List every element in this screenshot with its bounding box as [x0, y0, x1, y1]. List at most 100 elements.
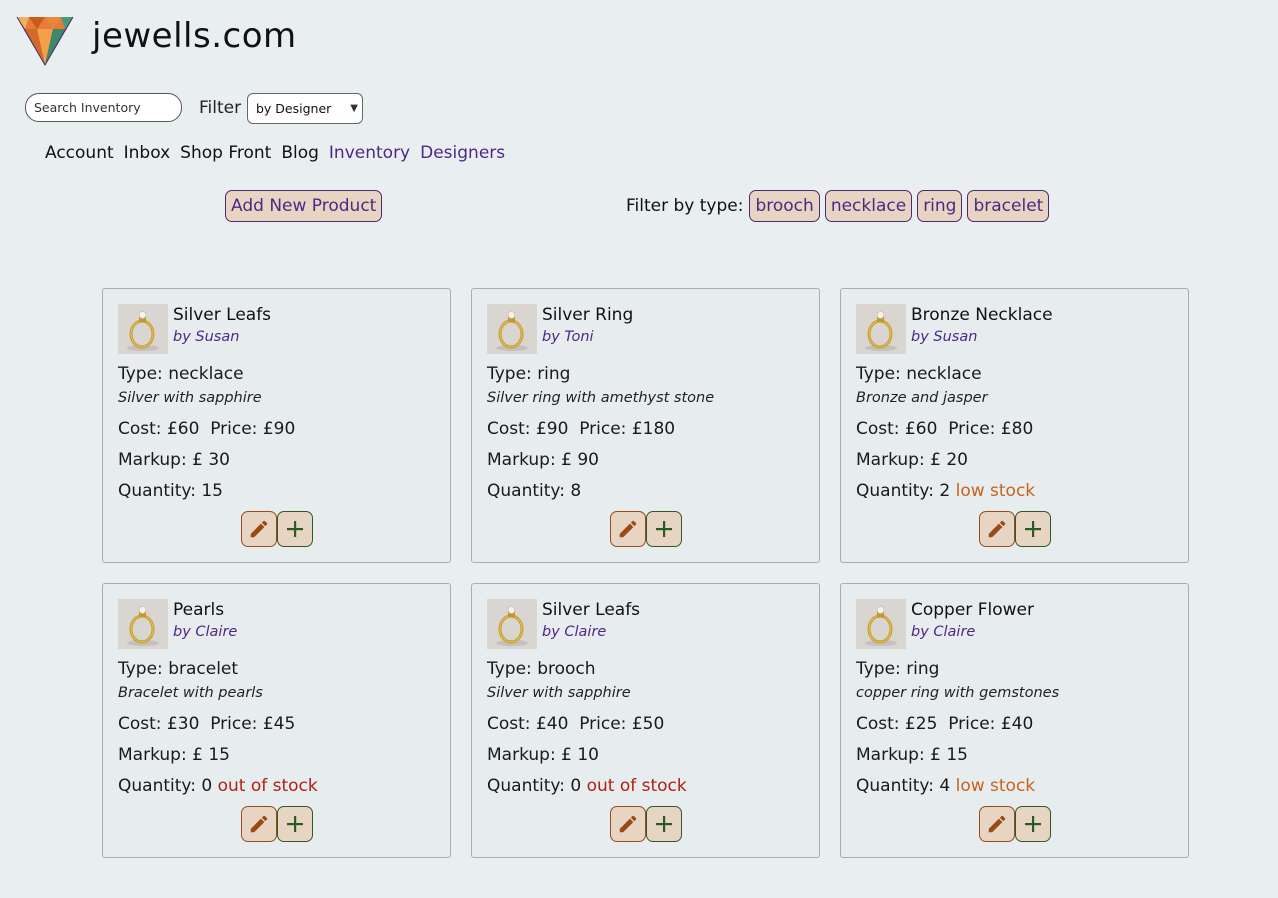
product-designer[interactable]: by Claire	[173, 624, 237, 640]
card-actions	[103, 511, 450, 547]
edit-button[interactable]	[978, 511, 1015, 547]
type-chip-bracelet[interactable]: bracelet	[967, 190, 1050, 222]
markup-value: £ 15	[930, 745, 968, 765]
nav-inbox[interactable]: Inbox	[124, 143, 171, 163]
type-chip-brooch[interactable]: brooch	[749, 190, 820, 222]
price-label: Price:	[579, 419, 627, 439]
ring-image-icon	[856, 304, 906, 354]
type-label: Type:	[487, 364, 532, 384]
ring-image-icon	[118, 304, 168, 354]
price-value: £50	[631, 714, 665, 734]
search-input[interactable]	[25, 93, 182, 122]
product-markup: Markup: £ 90	[487, 450, 599, 470]
product-thumbnail[interactable]	[487, 304, 537, 354]
nav-shop-front[interactable]: Shop Front	[180, 143, 271, 163]
edit-button[interactable]	[978, 806, 1015, 842]
edit-button[interactable]	[240, 511, 277, 547]
price-label: Price:	[579, 714, 627, 734]
card-actions	[841, 511, 1188, 547]
product-type: Type: necklace	[856, 364, 982, 384]
chevron-down-icon: ▼	[350, 103, 358, 114]
product-markup: Markup: £ 10	[487, 745, 599, 765]
product-description: copper ring with gemstones	[856, 685, 1060, 701]
ring-image-icon	[856, 599, 906, 649]
nav-inventory[interactable]: Inventory	[329, 143, 410, 163]
site-name[interactable]: jewells.com	[92, 16, 297, 56]
markup-label: Markup:	[487, 745, 556, 765]
add-stock-button[interactable]	[645, 806, 682, 842]
filter-select[interactable]: by Designer ▼	[247, 93, 363, 124]
price-label: Price:	[210, 419, 258, 439]
product-card: Pearls by Claire Type: bracelet Bracelet…	[102, 583, 451, 858]
plus-icon	[1024, 521, 1041, 537]
add-stock-button[interactable]	[276, 511, 313, 547]
pencil-icon	[250, 815, 267, 833]
edit-button[interactable]	[240, 806, 277, 842]
product-thumbnail[interactable]	[487, 599, 537, 649]
nav-blog[interactable]: Blog	[281, 143, 319, 163]
plus-icon	[286, 816, 303, 832]
price-value: £40	[1000, 714, 1034, 734]
product-card: Bronze Necklace by Susan Type: necklace …	[840, 288, 1189, 563]
product-name: Silver Leafs	[542, 600, 641, 620]
markup-value: £ 15	[192, 745, 230, 765]
quantity-value: 4	[939, 776, 951, 796]
plus-icon	[655, 816, 672, 832]
stock-status: low stock	[955, 481, 1036, 501]
product-designer[interactable]: by Susan	[911, 329, 977, 345]
add-stock-button[interactable]	[645, 511, 682, 547]
product-designer[interactable]: by Susan	[173, 329, 239, 345]
nav-account[interactable]: Account	[45, 143, 114, 163]
nav-designers[interactable]: Designers	[420, 143, 505, 163]
type-value: necklace	[906, 364, 982, 384]
product-card: Silver Leafs by Susan Type: necklace Sil…	[102, 288, 451, 563]
plus-icon	[655, 521, 672, 537]
product-designer[interactable]: by Toni	[542, 329, 594, 345]
type-filter: Filter by type: brooch necklace ring bra…	[626, 190, 1050, 222]
site-logo[interactable]	[15, 12, 75, 68]
price-value: £80	[1000, 419, 1034, 439]
type-value: brooch	[537, 659, 596, 679]
product-name: Copper Flower	[911, 600, 1034, 620]
product-designer[interactable]: by Claire	[911, 624, 975, 640]
type-value: ring	[537, 364, 571, 384]
product-type: Type: bracelet	[118, 659, 238, 679]
product-quantity: Quantity: 8	[487, 481, 581, 501]
type-chip-ring[interactable]: ring	[917, 190, 963, 222]
product-quantity: Quantity: 15	[118, 481, 223, 501]
product-thumbnail[interactable]	[118, 304, 168, 354]
product-designer[interactable]: by Claire	[542, 624, 606, 640]
product-name: Bronze Necklace	[911, 305, 1053, 325]
product-quantity: Quantity: 2 low stock	[856, 481, 1035, 501]
product-cost-price: Cost: £40 Price: £50	[487, 714, 664, 734]
product-thumbnail[interactable]	[856, 304, 906, 354]
product-cost-price: Cost: £25 Price: £40	[856, 714, 1033, 734]
cost-label: Cost:	[856, 419, 900, 439]
card-actions	[472, 511, 819, 547]
edit-button[interactable]	[609, 511, 646, 547]
cost-label: Cost:	[118, 714, 162, 734]
cost-value: £25	[904, 714, 938, 734]
add-stock-button[interactable]	[1014, 511, 1051, 547]
product-card: Silver Ring by Toni Type: ring Silver ri…	[471, 288, 820, 563]
product-cost-price: Cost: £60 Price: £80	[856, 419, 1033, 439]
type-chip-necklace[interactable]: necklace	[824, 190, 913, 222]
product-thumbnail[interactable]	[118, 599, 168, 649]
product-markup: Markup: £ 15	[118, 745, 230, 765]
pencil-icon	[988, 520, 1005, 538]
product-quantity: Quantity: 4 low stock	[856, 776, 1035, 796]
cost-label: Cost:	[856, 714, 900, 734]
plus-icon	[1024, 816, 1041, 832]
add-stock-button[interactable]	[1014, 806, 1051, 842]
add-new-product-button[interactable]: Add New Product	[225, 190, 383, 222]
product-type: Type: necklace	[118, 364, 244, 384]
product-markup: Markup: £ 30	[118, 450, 230, 470]
price-label: Price:	[948, 419, 996, 439]
markup-label: Markup:	[118, 745, 187, 765]
product-description: Silver ring with amethyst stone	[487, 390, 715, 406]
edit-button[interactable]	[609, 806, 646, 842]
add-stock-button[interactable]	[276, 806, 313, 842]
product-thumbnail[interactable]	[856, 599, 906, 649]
quantity-value: 0	[570, 776, 582, 796]
type-label: Type:	[856, 659, 901, 679]
